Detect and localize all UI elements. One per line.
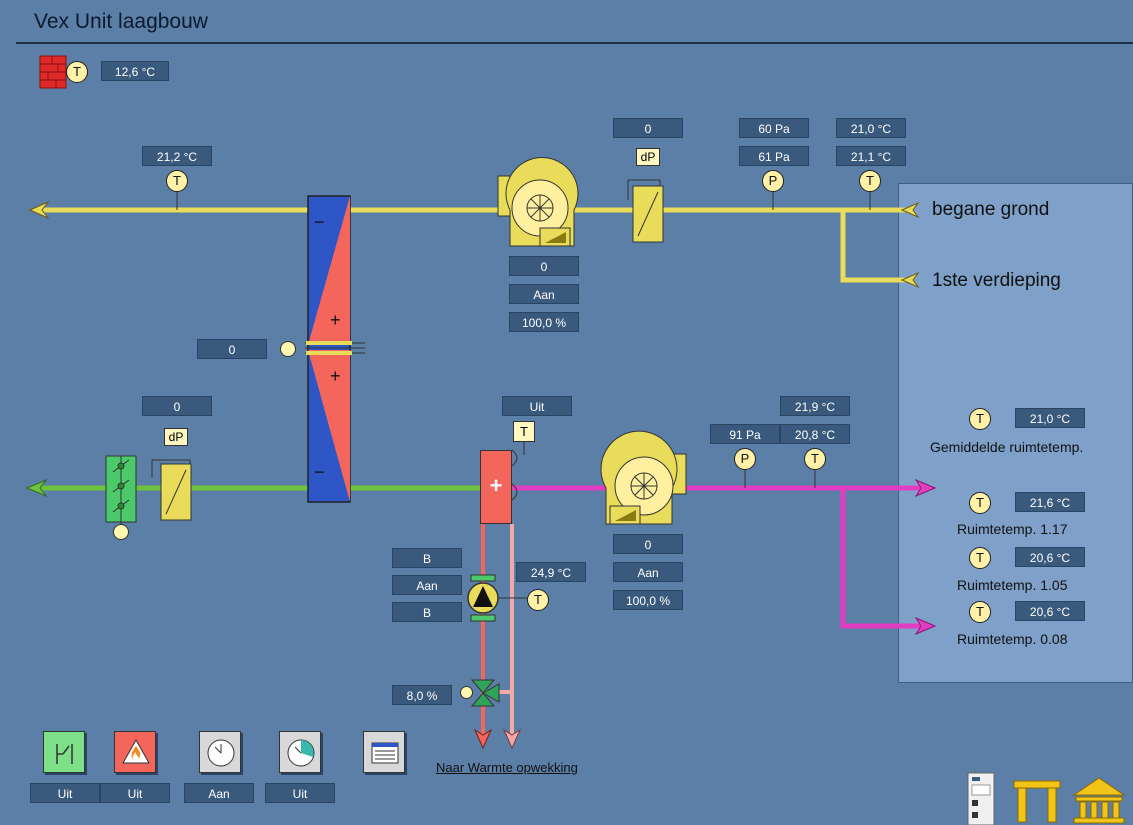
gateway-icon[interactable] bbox=[1013, 780, 1061, 823]
nav-icons bbox=[967, 772, 1126, 825]
building-icon[interactable] bbox=[1072, 777, 1126, 824]
controller-cabinet-icon[interactable] bbox=[967, 772, 995, 825]
